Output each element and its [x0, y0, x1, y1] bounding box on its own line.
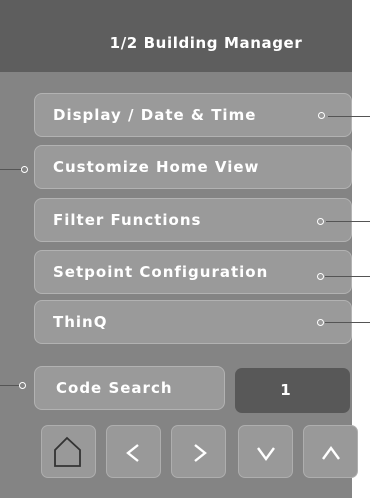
chevron-up-icon — [322, 445, 340, 460]
control-panel: 1/2 Building Manager Display / Date & Ti… — [0, 0, 358, 498]
page-title: 1/2 Building Manager — [109, 34, 303, 52]
header-bar: 1/2 Building Manager — [0, 0, 352, 72]
thinq-label: ThinQ — [53, 313, 108, 331]
code-search-button[interactable]: Code Search — [34, 366, 225, 410]
callout-line-customize — [0, 169, 22, 170]
filter-functions-label: Filter Functions — [53, 211, 202, 229]
thinq-button[interactable]: ThinQ — [34, 300, 352, 344]
callout-line-code-search — [0, 385, 20, 386]
previous-button[interactable] — [106, 425, 161, 478]
connector-dot-customize — [21, 166, 28, 173]
callout-line-filter — [326, 221, 370, 222]
setpoint-configuration-label: Setpoint Configuration — [53, 263, 269, 281]
next-button[interactable] — [171, 425, 226, 478]
home-icon — [54, 436, 81, 467]
callout-line-thinq — [325, 322, 370, 323]
home-button[interactable] — [41, 425, 96, 478]
connector-dot-display — [318, 112, 325, 119]
connector-dot-setpoint — [317, 273, 324, 280]
display-date-time-button[interactable]: Display / Date & Time — [34, 93, 352, 137]
connector-dot-thinq — [317, 319, 324, 326]
down-button[interactable] — [238, 425, 293, 478]
filter-functions-button[interactable]: Filter Functions — [34, 198, 352, 242]
code-search-label: Code Search — [56, 379, 173, 397]
up-button[interactable] — [303, 425, 358, 478]
callout-line-setpoint — [325, 276, 370, 277]
chevron-left-icon — [126, 444, 139, 462]
customize-home-view-label: Customize Home View — [53, 158, 260, 176]
setpoint-configuration-button[interactable]: Setpoint Configuration — [34, 250, 352, 294]
connector-dot-code-search — [19, 382, 26, 389]
callout-line-display — [328, 116, 370, 117]
connector-dot-filter — [317, 218, 324, 225]
chevron-right-icon — [194, 444, 207, 462]
display-date-time-label: Display / Date & Time — [53, 106, 257, 124]
code-search-value[interactable]: 1 — [235, 368, 350, 413]
customize-home-view-button[interactable]: Customize Home View — [34, 145, 352, 189]
chevron-down-icon — [257, 447, 275, 462]
